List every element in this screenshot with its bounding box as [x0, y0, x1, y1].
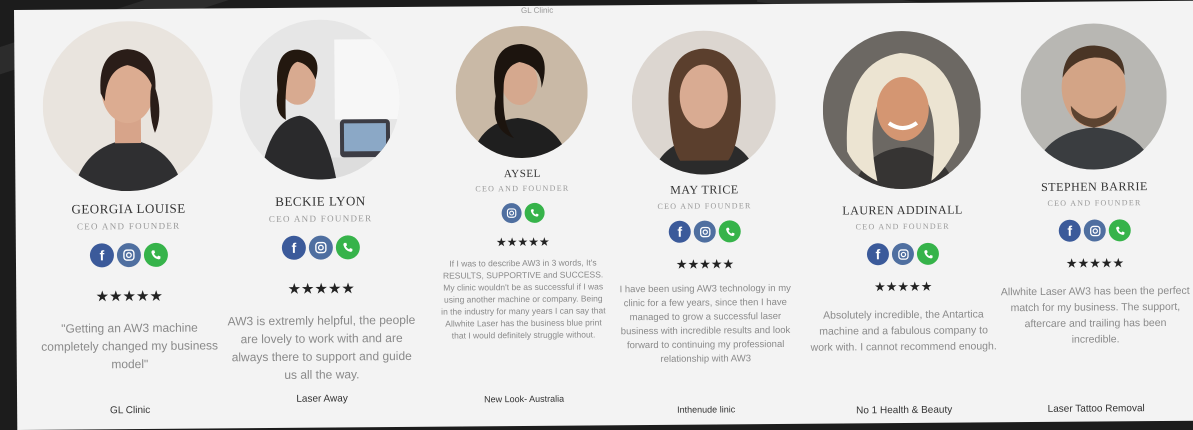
person-title: CEO AND FOUNDER	[855, 221, 950, 232]
facebook-icon[interactable]: f	[866, 243, 890, 266]
review-text: I have been using AW3 technology in my c…	[619, 282, 791, 365]
top-cut-text: GL Clinic	[520, 5, 554, 16]
person-title: CEO AND FOUNDER	[1047, 198, 1142, 208]
rating-stars: ★★★★★	[675, 256, 735, 272]
testimonial-card-stephen: STEPHEN BARRIE CEO AND FOUNDER f ★★★★★ A…	[998, 13, 1191, 415]
avatar	[42, 20, 214, 192]
instagram-icon[interactable]	[116, 243, 142, 268]
instagram-icon[interactable]	[693, 220, 716, 243]
company-name: GL Clinic	[109, 404, 151, 417]
rating-stars: ★★★★★	[874, 278, 933, 295]
person-name: BECKIE LYON	[275, 193, 366, 209]
rating-stars: ★★★★★	[495, 234, 550, 250]
testimonial-card-may: MAY TRICE CEO AND FOUNDER f ★★★★★ I have…	[608, 16, 801, 417]
review-text: AW3 is extremly helpful, the people are …	[227, 312, 416, 382]
social-links: f	[610, 220, 800, 243]
person-name: STEPHEN BARRIE	[1041, 179, 1148, 194]
facebook-icon[interactable]: f	[1058, 219, 1081, 242]
facebook-icon[interactable]: f	[89, 243, 115, 268]
phone-icon[interactable]	[916, 242, 940, 265]
phone-icon[interactable]	[718, 220, 741, 243]
company-name: Laser Tattoo Removal	[1047, 403, 1145, 415]
testimonial-card-lauren: LAUREN ADDINALL CEO AND FOUNDER f ★★★★★ …	[806, 14, 999, 417]
review-text: Absolutely incredible, the Antartica mac…	[810, 308, 997, 354]
social-links: f	[1000, 219, 1190, 242]
social-links: f	[226, 235, 416, 260]
facebook-icon[interactable]: f	[281, 235, 306, 260]
phone-icon[interactable]	[1108, 219, 1131, 242]
company-name: New Look- Australia	[484, 393, 565, 405]
phone-icon[interactable]	[335, 235, 360, 260]
review-text: "Getting an AW3 machine completely chang…	[41, 320, 219, 372]
testimonials-panel: GL Clinic GEORGIA LOUISE CEO AND FOUNDER…	[14, 0, 1193, 430]
facebook-icon[interactable]: f	[668, 220, 691, 243]
person-name: AYSEL	[503, 167, 541, 181]
rating-stars: ★★★★★	[287, 280, 355, 298]
instagram-icon[interactable]	[308, 235, 333, 260]
social-links: f	[808, 242, 998, 266]
avatar	[822, 30, 982, 190]
testimonial-card-aysel: AYSEL CEO AND FOUNDER ★★★★★ If I was to …	[426, 17, 619, 418]
person-title: CEO AND FOUNDER	[268, 213, 373, 225]
phone-icon[interactable]	[143, 242, 169, 267]
testimonial-card-georgia: GEORGIA LOUISE CEO AND FOUNDER f ★★★★★ "…	[32, 20, 225, 421]
person-title: CEO AND FOUNDER	[76, 220, 181, 232]
person-title: CEO AND FOUNDER	[475, 183, 570, 194]
rating-stars: ★★★★★	[95, 287, 163, 306]
person-name: LAUREN ADDINALL	[842, 202, 963, 218]
person-title: CEO AND FOUNDER	[657, 201, 752, 211]
avatar	[239, 18, 401, 181]
person-name: GEORGIA LOUISE	[71, 200, 186, 217]
review-text: If I was to describe AW3 in 3 words, It'…	[441, 257, 606, 341]
instagram-icon[interactable]	[891, 242, 915, 266]
company-name: No 1 Health & Beauty	[856, 404, 953, 417]
social-links: f	[34, 242, 224, 268]
phone-icon[interactable]	[524, 202, 545, 223]
company-name: Laser Away	[296, 393, 348, 405]
person-name: MAY TRICE	[670, 182, 739, 197]
company-name: Inthenude linic	[677, 404, 736, 415]
instagram-icon[interactable]	[1083, 219, 1106, 242]
avatar	[1020, 22, 1168, 171]
instagram-icon[interactable]	[501, 203, 522, 224]
review-text: Allwhite Laser AW3 has been the perfect …	[1000, 284, 1190, 346]
avatar	[455, 25, 589, 159]
rating-stars: ★★★★★	[1065, 255, 1125, 271]
avatar	[631, 30, 777, 176]
testimonial-card-beckie: BECKIE LYON CEO AND FOUNDER f ★★★★★ AW3 …	[224, 18, 417, 420]
social-links	[428, 202, 618, 224]
